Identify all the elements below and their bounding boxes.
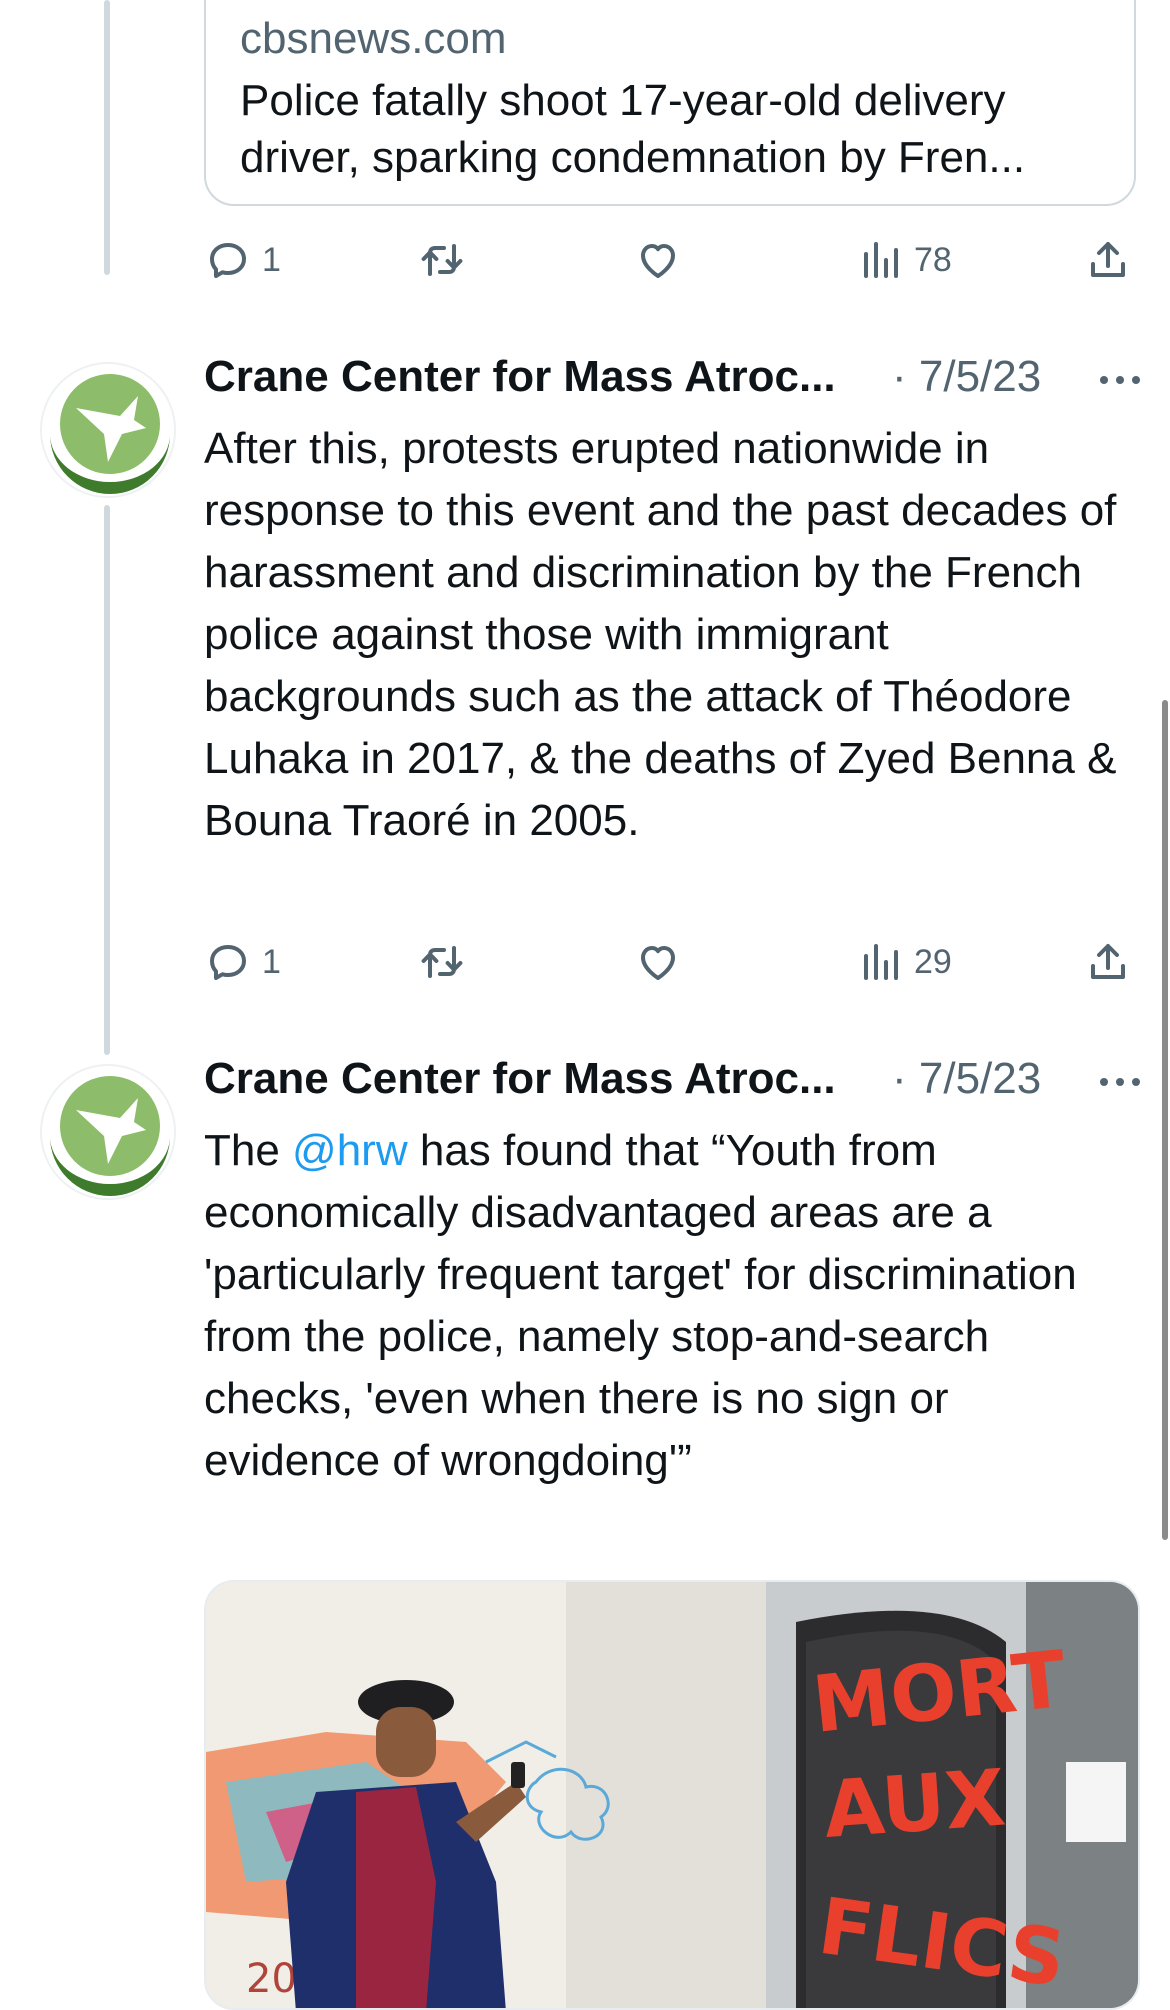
link-preview-card[interactable]: cbsnews.com Police fatally shoot 17-year… <box>204 0 1136 206</box>
reply-count: 1 <box>262 240 281 279</box>
views-button[interactable]: 78 <box>856 230 952 290</box>
avatar[interactable] <box>40 1064 176 1200</box>
mention-link[interactable]: @hrw <box>292 1126 408 1175</box>
thread-line-middle <box>104 505 110 1055</box>
like-icon <box>641 244 675 278</box>
thread-line-top <box>104 0 110 275</box>
tweet-text-rest: has found that “Youth from economically … <box>204 1126 1077 1485</box>
graffiti-text-2: AUX <box>821 1754 1008 1856</box>
author-name[interactable]: Crane Center for Mass Atroc... <box>204 352 836 402</box>
views-icon <box>864 242 898 278</box>
reply-icon <box>210 243 246 278</box>
reply-icon <box>210 945 246 980</box>
protest-photo: 20 MORT AUX FLICS <box>206 1582 1138 2008</box>
views-icon <box>864 944 898 980</box>
svg-text:20: 20 <box>246 1956 297 2002</box>
avatar[interactable] <box>40 362 176 498</box>
views-count: 29 <box>914 942 952 981</box>
more-icon[interactable] <box>1096 1072 1144 1092</box>
tweet-text-start: The <box>204 1126 293 1175</box>
share-button[interactable] <box>1084 932 1132 992</box>
link-title: Police fatally shoot 17-year-old deliver… <box>240 76 1026 182</box>
retweet-button[interactable] <box>418 230 466 290</box>
share-button[interactable] <box>1084 230 1132 290</box>
views-button[interactable]: 29 <box>856 932 952 992</box>
link-domain: cbsnews.com <box>240 14 507 63</box>
reply-button[interactable]: 1 <box>204 932 281 992</box>
share-icon <box>1091 944 1125 979</box>
action-bar: 1 78 <box>204 230 1144 290</box>
scrollbar[interactable] <box>1162 700 1168 1540</box>
crane-logo-icon <box>42 364 174 496</box>
tweet-header: Crane Center for Mass Atroc... · 7/5/23 <box>204 352 1144 412</box>
reply-count: 1 <box>262 942 281 981</box>
tweet-media-image[interactable]: 20 MORT AUX FLICS <box>204 1580 1140 2010</box>
tweet-header: Crane Center for Mass Atroc... · 7/5/23 <box>204 1054 1144 1114</box>
tweet-text: The @hrw has found that “Youth from econ… <box>204 1120 1124 1492</box>
more-icon[interactable] <box>1096 370 1144 390</box>
tweet-date[interactable]: · 7/5/23 <box>892 352 1041 402</box>
retweet-icon <box>421 946 463 978</box>
retweet-button[interactable] <box>418 932 466 992</box>
crane-logo-icon <box>42 1066 174 1198</box>
like-button[interactable] <box>634 932 682 992</box>
author-name[interactable]: Crane Center for Mass Atroc... <box>204 1054 836 1104</box>
share-icon <box>1091 242 1125 277</box>
tweet-text: After this, protests erupted nationwide … <box>204 424 1117 845</box>
action-bar: 1 29 <box>204 932 1144 992</box>
reply-button[interactable]: 1 <box>204 230 281 290</box>
retweet-icon <box>421 244 463 276</box>
like-button[interactable] <box>634 230 682 290</box>
like-icon <box>641 946 675 980</box>
views-count: 78 <box>914 240 952 279</box>
tweet-date[interactable]: · 7/5/23 <box>892 1054 1041 1104</box>
